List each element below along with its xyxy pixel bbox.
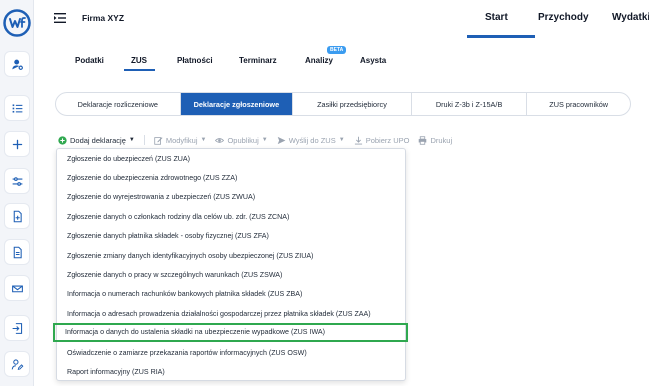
- subtab-deklaracje-zgloszeniowe[interactable]: Deklaracje zgłoszeniowe: [180, 93, 294, 115]
- subtab-zasilki-przedsiebiorcy[interactable]: Zasiłki przedsiębiorcy: [293, 93, 412, 115]
- tab-analizy[interactable]: Analizy: [305, 56, 333, 65]
- dropdown-item-zus-ziua[interactable]: Zgłoszenie zmiany danych identyfikacyjny…: [57, 246, 405, 265]
- download-upo-label: Pobierz UPO: [365, 135, 410, 145]
- send-icon: [277, 136, 286, 144]
- user-edit-icon: [11, 358, 23, 370]
- plus-icon: [12, 139, 22, 149]
- chevron-down-icon: ▼: [338, 137, 345, 143]
- tab-zus[interactable]: ZUS: [131, 56, 147, 65]
- sidebar-import-button[interactable]: [4, 315, 30, 341]
- download-icon: [354, 136, 362, 145]
- chevron-down-icon: ▼: [128, 137, 135, 143]
- modify-label: Modyfikuj: [165, 135, 198, 145]
- subtab-deklaracje-rozliczeniowe[interactable]: Deklaracje rozliczeniowe: [56, 93, 181, 115]
- toolbar: Dodaj deklarację ▼ Modyfikuj ▼ Opublikuj…: [58, 133, 461, 147]
- dropdown-item-zus-zua[interactable]: Zgłoszenie do ubezpieczeń (ZUS ZUA): [57, 149, 405, 168]
- sidebar-inbox-button[interactable]: [4, 275, 30, 301]
- top-nav-start[interactable]: Start: [485, 12, 508, 23]
- dropdown-item-zus-ria[interactable]: Raport informacyjny (ZUS RIA): [57, 362, 405, 381]
- add-declaration-dropdown: Zgłoszenie do ubezpieczeń (ZUS ZUA) Zgło…: [53, 148, 408, 381]
- top-nav-active-indicator: [467, 35, 535, 38]
- subtab-druki-z3b[interactable]: Druki Z-3b i Z-15A/B: [412, 93, 528, 115]
- app-logo[interactable]: [3, 9, 31, 37]
- add-declaration-label: Dodaj deklarację: [70, 135, 126, 145]
- sidebar-document-button[interactable]: [4, 239, 30, 265]
- sidebar-user-settings-button[interactable]: [4, 51, 30, 77]
- dropdown-item-zus-zfa[interactable]: Zgłoszenie danych płatnika składek - oso…: [57, 227, 405, 246]
- send-to-zus-button[interactable]: Wyślij do ZUS ▼: [277, 136, 345, 145]
- publish-button[interactable]: Opublikuj ▼: [215, 135, 268, 145]
- tab-asysta[interactable]: Asysta: [360, 56, 386, 65]
- sidebar-filters-button[interactable]: [4, 168, 30, 194]
- dropdown-item-zus-zaa[interactable]: Informacja o adresach prowadzenia działa…: [57, 304, 405, 323]
- dropdown-item-zus-zza[interactable]: Zgłoszenie do ubezpieczenia zdrowotnego …: [57, 168, 405, 187]
- document-plus-icon: [13, 210, 22, 222]
- document-icon: [13, 246, 22, 258]
- top-nav-przychody[interactable]: Przychody: [538, 12, 589, 23]
- tab-platnosci[interactable]: Płatności: [177, 56, 213, 65]
- add-declaration-button[interactable]: Dodaj deklarację ▼: [58, 136, 135, 145]
- tab-terminarz[interactable]: Terminarz: [239, 56, 277, 65]
- chevron-down-icon: ▼: [200, 137, 207, 143]
- dropdown-item-zus-zcna[interactable]: Zgłoszenie danych o członkach rodziny dl…: [57, 207, 405, 226]
- publish-label: Opublikuj: [227, 135, 259, 145]
- beta-badge: BETA: [327, 46, 347, 54]
- send-to-zus-label: Wyślij do ZUS: [288, 135, 336, 145]
- dropdown-item-zus-zswa[interactable]: Zgłoszenie danych o pracy w szczególnych…: [57, 265, 405, 284]
- subtab-zus-pracownikow[interactable]: ZUS pracowników: [527, 93, 630, 115]
- chevron-down-icon: ▼: [261, 137, 268, 143]
- dropdown-item-zus-osw[interactable]: Oświadczenie o zamiarze przekazania rapo…: [57, 343, 405, 362]
- print-button[interactable]: Drukuj: [418, 136, 452, 145]
- download-upo-button[interactable]: Pobierz UPO: [354, 135, 410, 145]
- dropdown-item-zus-iwa[interactable]: Informacja o danych do ustalenia składki…: [53, 322, 408, 342]
- list-icon: [12, 103, 22, 113]
- sidebar-add-button[interactable]: [4, 131, 30, 157]
- modify-button[interactable]: Modyfikuj ▼: [154, 135, 207, 145]
- menu-collapse-icon[interactable]: [54, 12, 66, 24]
- inbox-icon: [11, 285, 23, 292]
- eye-icon: [215, 137, 225, 143]
- print-icon: [419, 135, 427, 145]
- sidebar-user-edit-button[interactable]: [4, 351, 30, 377]
- tab-podatki[interactable]: Podatki: [75, 56, 104, 65]
- filters-icon: [12, 176, 22, 186]
- import-icon: [12, 322, 22, 334]
- tab-active-indicator: [124, 69, 155, 71]
- sidebar-document-add-button[interactable]: [4, 203, 30, 229]
- top-nav-wydatki[interactable]: Wydatki: [612, 12, 649, 23]
- plus-circle-icon: [58, 135, 67, 145]
- sidebar: [0, 0, 34, 386]
- declaration-type-tabs: Deklaracje rozliczeniowe Deklaracje zgło…: [55, 92, 631, 116]
- print-label: Drukuj: [430, 135, 453, 145]
- company-name[interactable]: Firma XYZ: [82, 13, 124, 23]
- dropdown-item-zus-zba[interactable]: Informacja o numerach rachunków bankowyc…: [57, 285, 405, 304]
- sidebar-list-button[interactable]: [4, 95, 30, 121]
- edit-icon: [154, 136, 163, 145]
- user-settings-icon: [11, 59, 23, 70]
- dropdown-item-zus-zwua[interactable]: Zgłoszenie do wyrejestrowania z ubezpiec…: [57, 188, 405, 207]
- toolbar-divider: [143, 135, 145, 145]
